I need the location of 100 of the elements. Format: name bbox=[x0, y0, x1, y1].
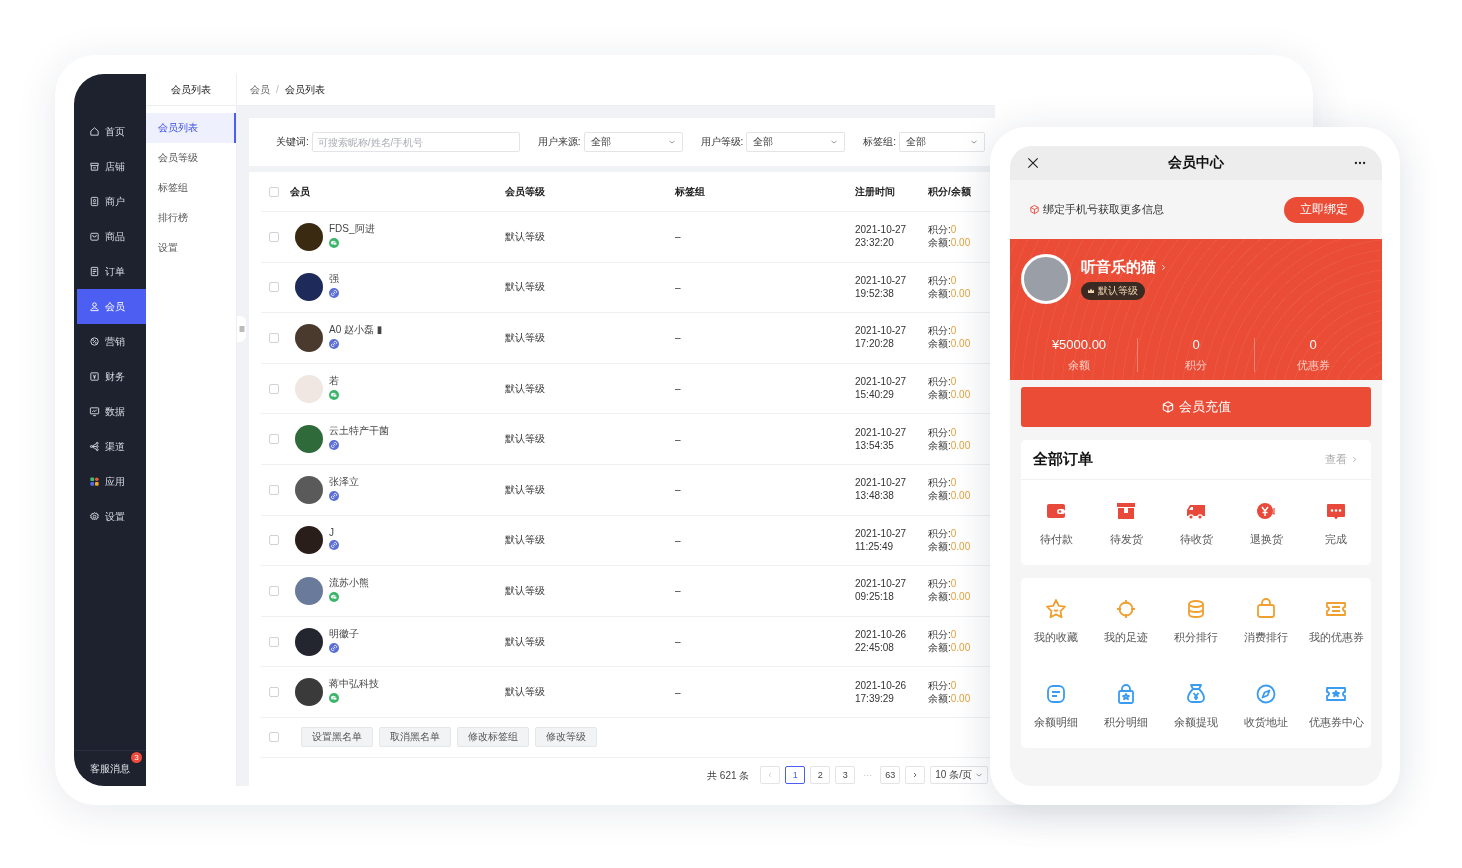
star-icon bbox=[1044, 596, 1068, 621]
service-button[interactable]: 积分明细 bbox=[1091, 681, 1161, 730]
nav-item[interactable]: 首页 bbox=[74, 114, 146, 149]
nav-item[interactable]: 商户 bbox=[74, 184, 146, 219]
service-button[interactable]: 我的优惠券 bbox=[1301, 596, 1371, 645]
keyword-field[interactable]: 可搜索昵称/姓名/手机号 bbox=[311, 132, 520, 152]
checkbox[interactable] bbox=[269, 282, 279, 293]
nav-item[interactable]: 订单 bbox=[74, 254, 146, 289]
checkbox[interactable] bbox=[269, 186, 279, 197]
checkbox[interactable] bbox=[269, 434, 279, 445]
time-text: 22:45:08 bbox=[855, 642, 895, 655]
time-text: 17:20:28 bbox=[855, 338, 895, 351]
page-button[interactable]: 3 bbox=[835, 766, 856, 784]
level-cell: 默认等级 bbox=[505, 534, 545, 546]
checkbox[interactable] bbox=[269, 585, 279, 596]
balance-label: 余额: bbox=[928, 591, 951, 604]
nav-item[interactable]: 会员 bbox=[77, 289, 146, 324]
bulk-action-button[interactable]: 设置黑名单 bbox=[301, 727, 373, 748]
chevron-down-icon bbox=[830, 138, 839, 146]
filter-dropdown[interactable]: 全部 bbox=[899, 132, 986, 152]
chevron-down-icon bbox=[667, 138, 676, 146]
nav-item[interactable]: 应用 bbox=[74, 464, 146, 499]
nav-item[interactable]: 商品 bbox=[74, 219, 146, 254]
nav-item[interactable]: 渠道 bbox=[74, 429, 146, 464]
order-status-button[interactable]: 完成 bbox=[1301, 498, 1371, 547]
yen-icon bbox=[89, 371, 100, 382]
service-button[interactable]: 积分排行 bbox=[1161, 596, 1231, 645]
service-button[interactable]: 消费排行 bbox=[1231, 596, 1301, 645]
checkbox[interactable] bbox=[269, 732, 279, 743]
prev-page-button[interactable] bbox=[760, 766, 781, 784]
filter-dropdown[interactable]: 全部 bbox=[583, 132, 683, 152]
date-text: 2021-10-27 bbox=[855, 274, 908, 287]
page-button[interactable]: 63 bbox=[880, 766, 901, 784]
member-name: J bbox=[329, 526, 335, 538]
page-button[interactable]: 1 bbox=[785, 766, 806, 784]
submenu-item[interactable]: 设置 bbox=[146, 233, 236, 263]
section-title: 全部订单 bbox=[1033, 450, 1093, 469]
service-button[interactable]: 余额提现 bbox=[1161, 681, 1231, 730]
column-header: 会员等级 bbox=[505, 185, 545, 197]
bulk-action-button[interactable]: 修改标签组 bbox=[457, 727, 529, 748]
breadcrumb-link[interactable]: 会员 bbox=[250, 82, 270, 97]
submenu-title: 会员列表 bbox=[146, 74, 236, 106]
submenu-item[interactable]: 标签组 bbox=[146, 173, 236, 203]
order-status-button[interactable]: 待发货 bbox=[1091, 498, 1161, 547]
service-button[interactable]: 余额明细 bbox=[1021, 681, 1091, 730]
chevron-down-icon bbox=[975, 771, 983, 779]
collapse-handle[interactable] bbox=[237, 316, 246, 342]
date-text: 2021-10-27 bbox=[855, 376, 908, 389]
checkbox[interactable] bbox=[269, 687, 279, 698]
member-name: 强 bbox=[329, 272, 339, 287]
filter-dropdown[interactable]: 全部 bbox=[746, 132, 846, 152]
page-size-dropdown[interactable]: 10 条/页 bbox=[930, 766, 988, 784]
service-button[interactable]: 我的收藏 bbox=[1021, 596, 1091, 645]
avatar bbox=[295, 273, 323, 302]
next-page-button[interactable] bbox=[905, 766, 926, 784]
points-label: 积分: bbox=[928, 629, 951, 642]
balance-value: 0.00 bbox=[950, 338, 971, 351]
bind-hint: 绑定手机号获取更多信息 bbox=[1043, 202, 1164, 217]
level-cell: 默认等级 bbox=[505, 433, 545, 445]
checkbox[interactable] bbox=[269, 383, 279, 394]
column-header: 注册时间 bbox=[855, 185, 895, 197]
nav-item[interactable]: 营销 bbox=[74, 324, 146, 359]
points-label: 积分: bbox=[928, 578, 951, 591]
bulk-action-button[interactable]: 修改等级 bbox=[535, 727, 597, 748]
bulk-action-button[interactable]: 取消黑名单 bbox=[379, 727, 451, 748]
nav-item[interactable]: 财务 bbox=[74, 359, 146, 394]
service-button[interactable]: 我的足迹 bbox=[1091, 596, 1161, 645]
order-status-button[interactable]: 待付款 bbox=[1021, 498, 1091, 547]
points-label: 积分: bbox=[928, 527, 951, 540]
order-status-button[interactable]: 退换货 bbox=[1231, 498, 1301, 547]
submenu-item[interactable]: 会员等级 bbox=[146, 143, 236, 173]
support-link[interactable]: 客服消息 bbox=[90, 761, 130, 776]
house-icon bbox=[89, 126, 100, 137]
submenu-item[interactable]: 会员列表 bbox=[146, 113, 236, 143]
level-cell: 默认等级 bbox=[505, 230, 545, 242]
time-text: 13:54:35 bbox=[855, 439, 895, 452]
discount-icon bbox=[89, 336, 100, 347]
time-text: 09:25:18 bbox=[855, 591, 895, 604]
balance-value: 0.00 bbox=[950, 642, 971, 655]
avatar bbox=[295, 475, 323, 504]
checkbox[interactable] bbox=[269, 636, 279, 647]
nav-item[interactable]: 数据 bbox=[74, 394, 146, 429]
checkbox[interactable] bbox=[269, 535, 279, 546]
date-text: 2021-10-27 bbox=[855, 527, 908, 540]
bind-button[interactable]: 立即绑定 bbox=[1284, 196, 1364, 223]
recharge-button[interactable]: 会员充值 bbox=[1021, 387, 1371, 427]
points-value: 0 bbox=[950, 325, 957, 338]
points-value: 0 bbox=[950, 376, 957, 389]
nav-item[interactable]: 店铺 bbox=[74, 149, 146, 184]
close-button[interactable] bbox=[1026, 156, 1040, 170]
checkbox[interactable] bbox=[269, 333, 279, 343]
service-button[interactable]: 优惠券中心 bbox=[1301, 681, 1371, 730]
nav-item[interactable]: 设置 bbox=[74, 499, 146, 534]
submenu-item[interactable]: 排行榜 bbox=[146, 203, 236, 233]
order-status-button[interactable]: 待收货 bbox=[1161, 498, 1231, 547]
page-button[interactable]: 2 bbox=[810, 766, 831, 784]
profile-name[interactable]: 听音乐的猫 bbox=[1081, 258, 1156, 277]
checkbox[interactable] bbox=[269, 484, 279, 495]
service-button[interactable]: 收货地址 bbox=[1231, 681, 1301, 730]
checkbox[interactable] bbox=[269, 231, 279, 242]
